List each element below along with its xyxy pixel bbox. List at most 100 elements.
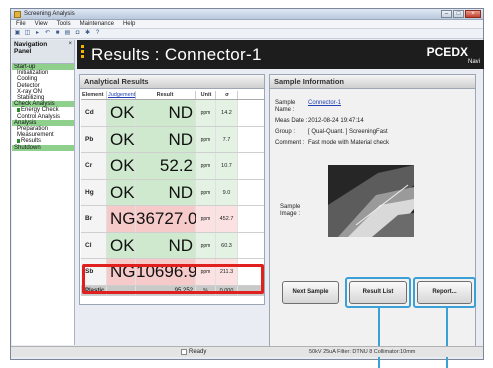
maximize-button[interactable]: □ (453, 10, 464, 18)
sigma-cell: 7.7 (216, 126, 238, 152)
header-accent-dots (81, 45, 84, 60)
result-row-cd[interactable]: Cd OK ND ppm 14.2 (81, 100, 264, 127)
element-cell: Pb (81, 126, 107, 152)
close-icon[interactable]: × (68, 41, 72, 47)
nav-item-label: Start-up (14, 64, 36, 70)
print-icon[interactable]: ◘ (74, 30, 81, 37)
navigation-subtitle: Panel (14, 48, 32, 55)
column-element: Element (81, 91, 107, 99)
current-step-marker-icon (17, 108, 20, 113)
toolbar: ▣ ◫ ▸ ↶ ■ ▤ ◘ ✱ ? (11, 29, 483, 39)
status-indicator (181, 349, 187, 355)
menu-file[interactable]: File (16, 20, 26, 28)
unit-cell: ppm (196, 179, 216, 205)
minimize-button[interactable]: – (441, 10, 452, 18)
unit-cell: ppm (196, 100, 216, 126)
play-icon[interactable]: ▸ (34, 30, 41, 37)
sample-image-label: Sample Image : (280, 204, 301, 217)
result-cell: 52.2 (136, 153, 196, 179)
result-row-pb[interactable]: Pb OK ND ppm 7.7 (81, 126, 264, 153)
menu-maintenance[interactable]: Maintenance (80, 20, 114, 28)
analytical-results-title: Analytical Results (80, 75, 264, 89)
nav-item-label: Check Analysis (14, 101, 55, 108)
result-row-cl[interactable]: Cl OK ND ppm 60.3 (81, 232, 264, 259)
app-icon (14, 11, 21, 18)
element-cell: Cd (81, 100, 107, 126)
sigma-cell: 14.2 (216, 100, 238, 126)
title-bar: Screening Analysis – □ × (11, 9, 483, 20)
sigma-cell: 452.7 (216, 206, 238, 232)
unit-cell: ppm (196, 126, 216, 152)
nav-item-label: Results (21, 138, 42, 145)
nav-item-label: X-ray ON (17, 88, 43, 95)
column-sigma: σ (216, 91, 238, 99)
open-icon[interactable]: ◫ (24, 30, 31, 37)
sample-name-row: Sample Name : Connector-1 (275, 100, 473, 114)
judgement-cell: OK (107, 126, 136, 152)
report-callout-line (446, 308, 448, 368)
nav-item-shutdown[interactable]: Shutdown (12, 144, 74, 151)
judgement-cell: OK (107, 100, 136, 126)
sample-information-title: Sample Information (270, 75, 475, 89)
unit-cell: ppm (196, 153, 216, 179)
new-icon[interactable]: ▣ (14, 30, 21, 37)
judgement-cell: OK (107, 232, 136, 258)
menu-view[interactable]: View (35, 20, 48, 28)
judgement-cell: NG (107, 206, 136, 232)
status-ready: Ready (189, 349, 207, 355)
menu-tools[interactable]: Tools (57, 20, 71, 28)
navigation-title: Navigation (14, 41, 48, 48)
nav-item-label: Initialization (17, 70, 49, 77)
save-icon[interactable]: ▤ (64, 30, 71, 37)
menu-bar: File View Tools Maintenance Help (11, 20, 483, 29)
judgement-cell: OK (107, 153, 136, 179)
report-callout (413, 277, 476, 308)
results-header: Results : Connector-1 PCEDXNavi (77, 40, 484, 69)
help-icon[interactable]: ? (94, 30, 101, 37)
result-cell: ND (136, 232, 196, 258)
result-row-hg[interactable]: Hg OK ND ppm 9.0 (81, 179, 264, 206)
window-title: Screening Analysis (24, 11, 75, 17)
navigation-panel: Navigation Panel × Start-up Initializatio… (12, 40, 75, 345)
sample-image (328, 165, 414, 237)
window-controls: – □ × (441, 10, 481, 18)
nav-item-label: Measurement (17, 132, 54, 139)
undo-icon[interactable]: ↶ (44, 30, 51, 37)
judgement-cell: OK (107, 179, 136, 205)
column-result: Result (136, 91, 196, 99)
result-row-cr[interactable]: Cr OK 52.2 ppm 10.7 (81, 153, 264, 180)
nav-item-label: Energy Check (21, 107, 59, 114)
menu-help[interactable]: Help (123, 20, 135, 28)
nav-item-label: Preparation (17, 126, 49, 133)
result-cell: ND (136, 100, 196, 126)
current-step-marker-icon (17, 139, 20, 144)
nav-item-label: Shutdown (14, 144, 41, 151)
page-title: Results : Connector-1 (91, 45, 262, 64)
nav-item-label: Control Analysis (17, 113, 61, 120)
column-judgement[interactable]: Judgement (107, 91, 136, 99)
meas-date-row: Meas Date : 2012-08-24 19:47:14 (275, 118, 473, 125)
comment-label: Comment : (275, 140, 305, 146)
sigma-cell: 60.3 (216, 232, 238, 258)
element-cell: Br (81, 206, 107, 232)
sample-name-link[interactable]: Connector-1 (308, 100, 341, 114)
next-sample-button[interactable]: Next Sample (282, 281, 339, 304)
nav-item-label: Detector (17, 82, 40, 89)
sb-highlight-box (82, 264, 264, 294)
result-row-br[interactable]: Br NG 36727.0 ppm 452.7 (81, 206, 264, 233)
result-cell: ND (136, 179, 196, 205)
sample-information-panel: Sample Information Sample Name : Connect… (269, 74, 476, 350)
element-cell: Cr (81, 153, 107, 179)
stop-icon[interactable]: ■ (54, 30, 61, 37)
meas-date-value: 2012-08-24 19:47:14 (308, 118, 364, 124)
nav-item-label: Analysis (14, 119, 37, 126)
settings-icon[interactable]: ✱ (84, 30, 91, 37)
unit-cell: ppm (196, 232, 216, 258)
product-logo: PCEDXNavi (426, 45, 480, 66)
results-table-header: Element Judgement Result Unit σ (81, 91, 264, 100)
result-list-callout-line (378, 308, 380, 368)
navigation-list: Start-up Initialization Cooling Detector X-r… (12, 64, 74, 151)
close-button[interactable]: × (465, 10, 481, 18)
status-bar: Ready 50kV 25uA Filter: DTNU 8 Collimato… (11, 346, 483, 357)
sample-info-fields: Sample Name : Connector-1 Meas Date : 20… (275, 100, 473, 151)
